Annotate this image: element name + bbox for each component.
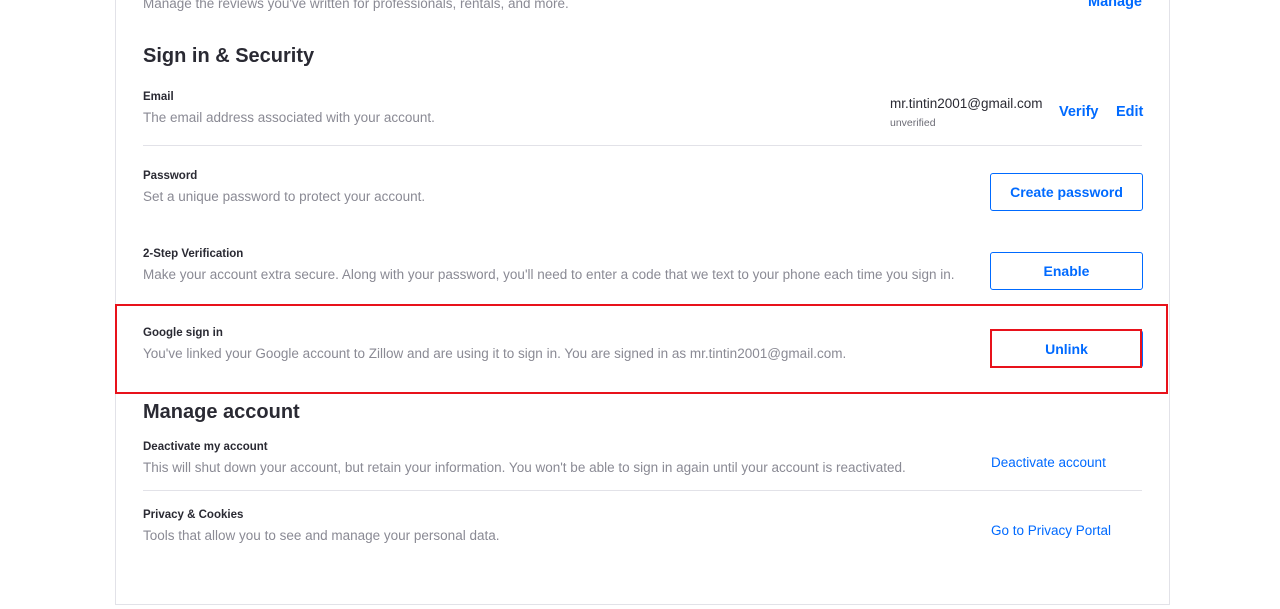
verify-email-link[interactable]: Verify [1059, 104, 1099, 120]
google-sign-in-title: Google sign in [143, 327, 223, 339]
sign-in-security-heading: Sign in & Security [143, 45, 315, 67]
email-description: The email address associated with your a… [143, 110, 435, 125]
reviews-description: Manage the reviews you've written for pr… [143, 0, 569, 11]
divider [143, 490, 1142, 491]
password-title: Password [143, 170, 198, 182]
edit-email-link[interactable]: Edit [1116, 104, 1143, 120]
unlink-google-button[interactable]: Unlink [990, 330, 1143, 368]
settings-card [115, 0, 1170, 605]
password-description: Set a unique password to protect your ac… [143, 189, 426, 204]
email-title: Email [143, 91, 174, 103]
two-step-description: Make your account extra secure. Along wi… [143, 267, 955, 282]
two-step-title: 2-Step Verification [143, 248, 244, 260]
privacy-portal-link[interactable]: Go to Privacy Portal [991, 523, 1111, 538]
deactivate-account-link[interactable]: Deactivate account [991, 455, 1106, 470]
email-value: mr.tintin2001@gmail.com [890, 96, 1043, 111]
privacy-title: Privacy & Cookies [143, 509, 244, 521]
enable-two-step-button[interactable]: Enable [990, 252, 1143, 290]
privacy-description: Tools that allow you to see and manage y… [143, 528, 500, 543]
deactivate-title: Deactivate my account [143, 441, 268, 453]
manage-reviews-link[interactable]: Manage [1088, 0, 1142, 10]
divider [143, 145, 1142, 146]
manage-account-heading: Manage account [143, 401, 300, 423]
google-sign-in-description: You've linked your Google account to Zil… [143, 346, 847, 361]
deactivate-description: This will shut down your account, but re… [143, 460, 906, 475]
email-status-badge: unverified [890, 117, 936, 129]
create-password-button[interactable]: Create password [990, 173, 1143, 211]
